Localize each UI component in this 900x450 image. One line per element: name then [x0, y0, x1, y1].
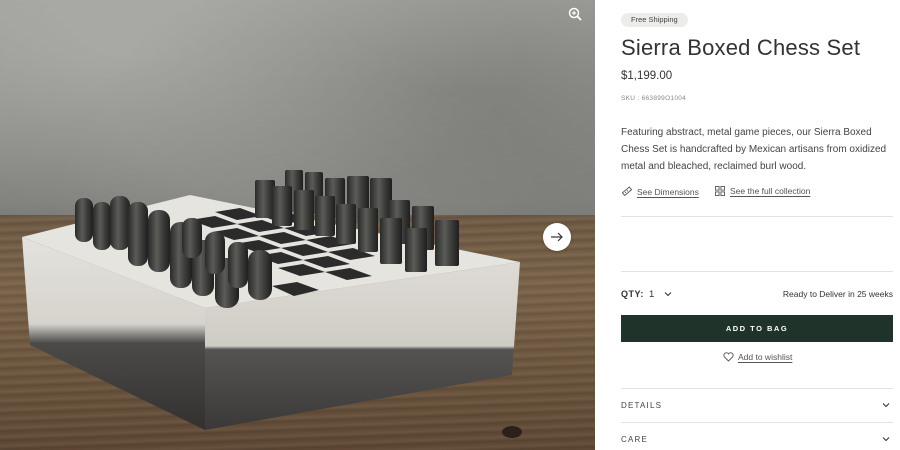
divider	[621, 388, 893, 389]
qty-value: 1	[649, 288, 655, 300]
chevron-down-icon	[882, 437, 890, 442]
divider	[621, 271, 893, 272]
grid-icon	[715, 186, 725, 196]
next-image-button[interactable]	[543, 223, 571, 251]
add-to-wishlist-link[interactable]: Add to wishlist	[723, 351, 792, 363]
zoom-button[interactable]	[566, 5, 584, 23]
chevron-down-icon	[882, 403, 890, 408]
chevron-down-icon	[664, 292, 672, 297]
details-accordion-label: DETAILS	[621, 401, 663, 410]
quantity-select[interactable]: 1	[649, 287, 672, 301]
ruler-icon	[621, 186, 632, 197]
see-dimensions-label: See Dimensions	[637, 186, 699, 197]
arrow-right-icon	[551, 232, 563, 242]
add-to-bag-button[interactable]: ADD TO BAG	[621, 315, 893, 342]
free-shipping-badge: Free Shipping	[621, 13, 688, 27]
see-collection-label: See the full collection	[730, 186, 811, 196]
product-title: Sierra Boxed Chess Set	[621, 35, 861, 60]
chess-set-illustration	[22, 170, 522, 438]
product-sku: SKU : 663899O1004	[621, 95, 687, 102]
product-description: Featuring abstract, metal game pieces, o…	[621, 127, 887, 172]
quantity-row: QTY: 1 Ready to Deliver in 25 weeks	[621, 288, 893, 302]
qty-label: QTY:	[621, 289, 644, 299]
see-collection-link[interactable]: See the full collection	[715, 186, 810, 196]
delivery-estimate: Ready to Deliver in 25 weeks	[782, 289, 893, 299]
care-accordion[interactable]: CARE	[621, 434, 893, 448]
product-image[interactable]	[0, 0, 595, 450]
divider	[621, 422, 893, 423]
zoom-in-icon	[568, 7, 582, 21]
see-dimensions-link[interactable]: See Dimensions	[621, 186, 699, 197]
heart-icon	[723, 352, 734, 362]
table-stone	[502, 426, 522, 438]
product-links: See Dimensions See the full collection	[621, 186, 893, 200]
care-accordion-label: CARE	[621, 435, 649, 444]
divider	[621, 216, 893, 217]
details-accordion[interactable]: DETAILS	[621, 400, 893, 414]
add-to-wishlist-label: Add to wishlist	[738, 352, 793, 362]
product-price: $1,199.00	[621, 70, 673, 82]
product-details: Free Shipping Sierra Boxed Chess Set $1,…	[621, 0, 893, 450]
